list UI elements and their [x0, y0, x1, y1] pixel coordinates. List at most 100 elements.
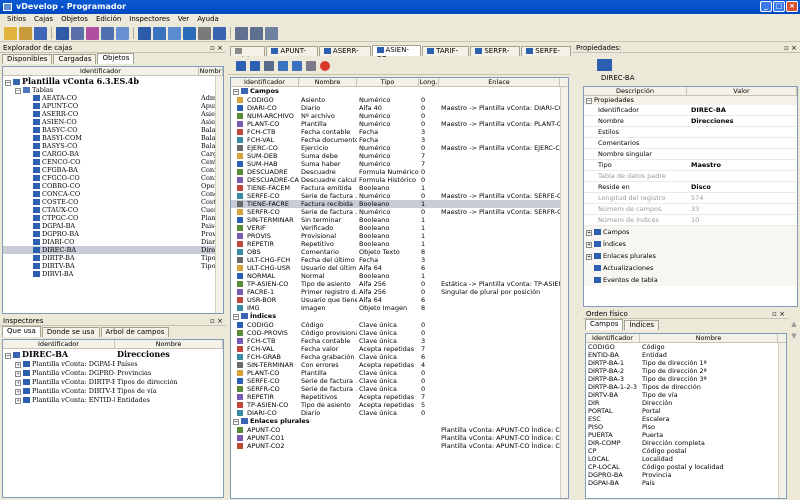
explorer-table-item[interactable]: CTPGC-CO Plan [3, 214, 223, 222]
orden-row[interactable]: DGPRO-BA Provincia [586, 471, 786, 479]
grid-row[interactable]: SERFE-CO Serie de factura ... Clave única 0 [231, 377, 568, 385]
property-row[interactable]: Longitud del registro 574 [584, 193, 797, 204]
layout-icon[interactable] [265, 26, 278, 40]
grid-row[interactable]: FCH-VAL Fecha valor Acepta repetidas 7 [231, 345, 568, 353]
properties-col-value[interactable]: Valor [687, 87, 797, 95]
properties-pin-close[interactable]: ▫ × [784, 43, 797, 53]
orden-tab[interactable]: Campos [585, 319, 624, 330]
orden-row[interactable]: PUERTA Puerta [586, 431, 786, 439]
menu-item[interactable]: Objetos [57, 14, 92, 25]
orden-row[interactable]: LOCAL Localidad [586, 455, 786, 463]
menu-item[interactable]: Inspectores [125, 14, 173, 25]
property-row[interactable]: Nombre singular [584, 149, 797, 160]
grid-row[interactable]: REPETIR Repetitivos Acepta repetidas 7 [231, 393, 568, 401]
explorer-scrollbar[interactable] [215, 76, 223, 313]
menu-item[interactable]: Ver [174, 14, 193, 25]
menu-item[interactable]: Ayuda [193, 14, 223, 25]
folder-icon[interactable] [19, 26, 32, 40]
menu-item[interactable]: Edición [92, 14, 125, 25]
maximize-button[interactable]: □ [773, 1, 785, 12]
new-field-icon[interactable] [236, 60, 246, 71]
report-icon[interactable] [168, 26, 181, 40]
save-icon[interactable] [34, 26, 47, 40]
grid-row[interactable]: ULT-CHG-FCH Fecha del último ... Fecha 3 [231, 256, 568, 264]
document-tab[interactable]: SERFR-BA [470, 46, 521, 64]
grid-row[interactable]: DESCUADRE Descuadre Formula Numérico 0 [231, 168, 568, 176]
document-tab[interactable]: SERFE-BA [521, 46, 572, 64]
orden-col-id[interactable]: Identificador [586, 334, 640, 342]
property-group-row[interactable]: + Campos [584, 226, 797, 238]
grid-row[interactable]: CODIGO Asiento Numérico 0 [231, 96, 568, 104]
grid-row[interactable]: PLANT-CO Plantilla Numérico 0 Maestro -> Pla… [231, 120, 568, 128]
grid-row[interactable]: OBS Comentario Objeto Texto 8 [231, 248, 568, 256]
menu-item[interactable]: Sitios [3, 14, 30, 25]
grid-section-header[interactable]: − Campos [231, 87, 568, 96]
explorer-table-item[interactable]: BASYS-CO Balar [3, 142, 223, 150]
inspectors-item[interactable]: + Plantilla vConta: ENTID-BA Entidades [3, 396, 223, 405]
form-icon[interactable] [153, 26, 166, 40]
grid-row[interactable]: FCH-CTB Fecha contable Clave única 3 [231, 337, 568, 345]
grid-row[interactable]: SERFE-CO Serie de factura ... Numérico 0 Mae… [231, 192, 568, 200]
grid-row[interactable]: FCH-CTB Fecha contable Fecha 3 [231, 128, 568, 136]
grid-row[interactable]: COD-PROVIS Código provisional Clave única 0 [231, 329, 568, 337]
explorer-table-item[interactable]: CFGCO-CO Confi [3, 174, 223, 182]
explorer-table-item[interactable]: DIRVI-BA [3, 270, 223, 278]
edit-icon[interactable] [306, 60, 316, 71]
explorer-table-item[interactable]: CONCA-COConce [3, 190, 223, 198]
boxes-icon[interactable] [71, 26, 84, 40]
orden-row[interactable]: CP Código postal [586, 447, 786, 455]
move-up-icon[interactable]: ▲ [789, 318, 799, 330]
cube-icon[interactable] [86, 26, 99, 40]
explorer-table-item[interactable]: BASYI-COM Balar [3, 134, 223, 142]
explorer-table-item[interactable]: DIRTP-BATipos [3, 254, 223, 262]
orden-row[interactable]: PORTAL Portal [586, 407, 786, 415]
inspectors-tab[interactable]: Que usa [2, 326, 41, 337]
orden-row[interactable]: PISO Piso [586, 423, 786, 431]
inspectors-col-name[interactable]: Nombre [115, 340, 223, 348]
grid-row[interactable]: TP-ASIEN-CO Tipo de asiento Acepta repetid… [231, 401, 568, 409]
explorer-tab[interactable]: Cargadas [53, 54, 97, 64]
explorer-col-id[interactable]: Identificador [3, 67, 199, 75]
grid-row[interactable]: DIARI-CO Diario Alfa 40 0 Maestro -> Plantil… [231, 104, 568, 112]
orden-row[interactable]: DGPAI-BA País [586, 479, 786, 487]
grid-row[interactable]: SERFR-CO Serie de factura ... Numérico 0 Mae… [231, 208, 568, 216]
orden-row[interactable]: CODIGO Código [586, 343, 786, 351]
explorer-table-item[interactable]: APUNT-CO Apun [3, 102, 223, 110]
explorer-table-item[interactable]: ASIEN-COAsien [3, 118, 223, 126]
grid-row[interactable]: TP-ASIEN-CO Tipo de asiento Alfa 256 0 Estát… [231, 280, 568, 288]
property-row[interactable]: Estilos [584, 127, 797, 138]
grid-row[interactable]: EJERC-CO Ejercicio Numérico 0 Maestro -> Pla… [231, 144, 568, 152]
property-row[interactable]: Comentarios [584, 138, 797, 149]
property-group-row[interactable]: + Índices [584, 238, 797, 250]
explorer-table-item[interactable]: CARGO-BACargo [3, 150, 223, 158]
inspect-icon[interactable] [116, 26, 129, 40]
grid-row[interactable]: PROVIS Provisional Booleano 1 [231, 232, 568, 240]
orden-row[interactable]: CP-LOCAL Código postal y localidad [586, 463, 786, 471]
orden-row[interactable]: DIR-COMP Dirección completa [586, 439, 786, 447]
new-index-icon[interactable] [250, 60, 260, 71]
orden-row[interactable]: ESC Escalera [586, 415, 786, 423]
explorer-table-item[interactable]: DGPAI-BA Paise [3, 222, 223, 230]
inspectors-item[interactable]: +Plantilla vConta: DGPRO-BAProvincias [3, 369, 223, 378]
grid-col-header[interactable]: Enlace [439, 78, 560, 86]
document-tab[interactable]: ASERR-CO [318, 46, 371, 64]
grid-row[interactable]: APUNT-CO Plantilla vConta: APUNT-CO Índic… [231, 426, 568, 434]
property-row[interactable]: Tipo Maestro [584, 160, 797, 171]
new-link-icon[interactable] [264, 60, 274, 71]
document-tab[interactable]: TARIF-BA [422, 46, 470, 64]
inspectors-item[interactable]: + Plantilla vConta: DIRTV-BA Tipos de vía [3, 387, 223, 396]
orden-row[interactable]: DIRTP-BA-2 Tipo de dirección 2ª [586, 367, 786, 375]
grid-row[interactable]: USR-BORUsuario que tiene...Alfa 646 [231, 296, 568, 304]
grid-row[interactable]: VERIF Verificado Booleano 1 [231, 224, 568, 232]
explorer-table-item[interactable]: COBRO-COOpera [3, 182, 223, 190]
grid-row[interactable]: PLANT-CO Plantilla Clave única 0 [231, 369, 568, 377]
explorer-table-item[interactable]: DIRTV-BATipos [3, 262, 223, 270]
grid-row[interactable]: APUNT-CO2 Plantilla vConta: APUNT-CO Índi… [231, 442, 568, 450]
inspectors-pin-close[interactable]: ▫ × [210, 316, 223, 326]
explorer-table-item[interactable]: BASYC-CO Balar [3, 126, 223, 134]
orden-row[interactable]: ENTID-BA Entidad [586, 351, 786, 359]
minimize-button[interactable]: _ [760, 1, 772, 12]
menu-item[interactable]: Cajas [30, 14, 57, 25]
grid-col-header[interactable]: Long. [419, 78, 439, 86]
grid-row[interactable]: DIARI-CO Diario Clave única 0 [231, 409, 568, 417]
